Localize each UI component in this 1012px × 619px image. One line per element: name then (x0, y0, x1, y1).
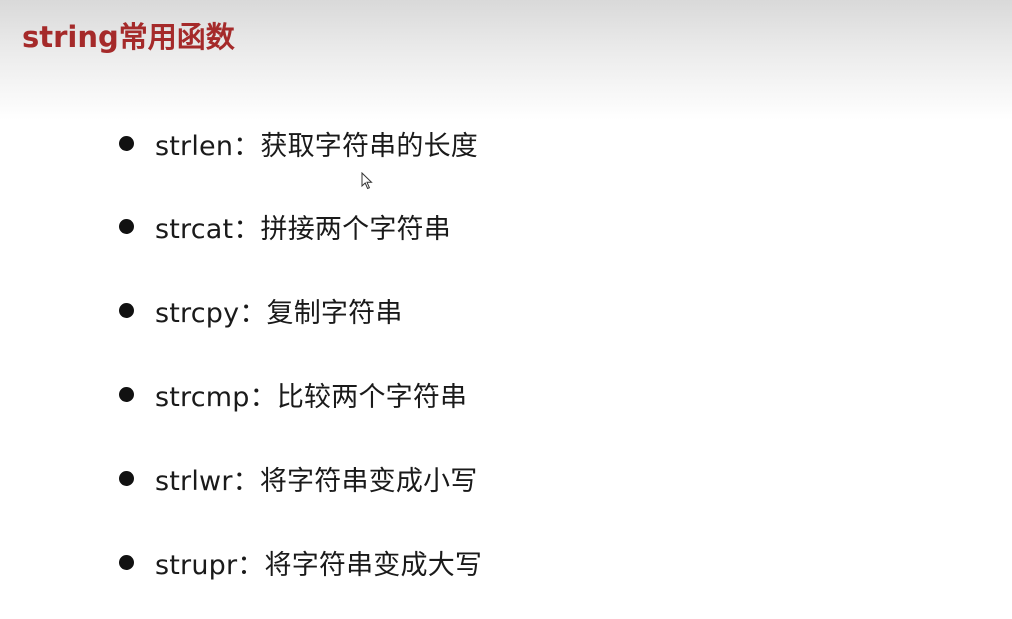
bullet-icon (119, 135, 134, 151)
list-item-text: strcpy：复制字符串 (155, 297, 403, 329)
list-item: strlen：获取字符串的长度 (119, 123, 478, 163)
mouse-pointer-icon (361, 172, 373, 190)
slide: string常用函数 strlen：获取字符串的长度 strcat：拼接两个字符… (0, 0, 1012, 619)
function-list: strlen：获取字符串的长度 strcat：拼接两个字符串 strcpy：复制… (0, 0, 1012, 619)
bullet-icon (119, 470, 134, 486)
list-item: strcpy：复制字符串 (119, 290, 403, 330)
bullet-icon (119, 302, 134, 318)
list-item: strcmp：比较两个字符串 (119, 374, 467, 414)
list-item: strupr：将字符串变成大写 (119, 542, 482, 582)
list-item-text: strcmp：比较两个字符串 (155, 381, 468, 413)
list-item-text: strupr：将字符串变成大写 (155, 549, 483, 581)
list-item: strlwr：将字符串变成小写 (119, 458, 477, 498)
list-item-text: strlen：获取字符串的长度 (155, 130, 478, 162)
bullet-icon (119, 554, 134, 570)
bullet-icon (119, 218, 134, 234)
list-item: strcat：拼接两个字符串 (119, 206, 451, 246)
bullet-icon (119, 386, 134, 402)
list-item-text: strlwr：将字符串变成小写 (155, 465, 478, 497)
list-item-text: strcat：拼接两个字符串 (155, 213, 451, 245)
